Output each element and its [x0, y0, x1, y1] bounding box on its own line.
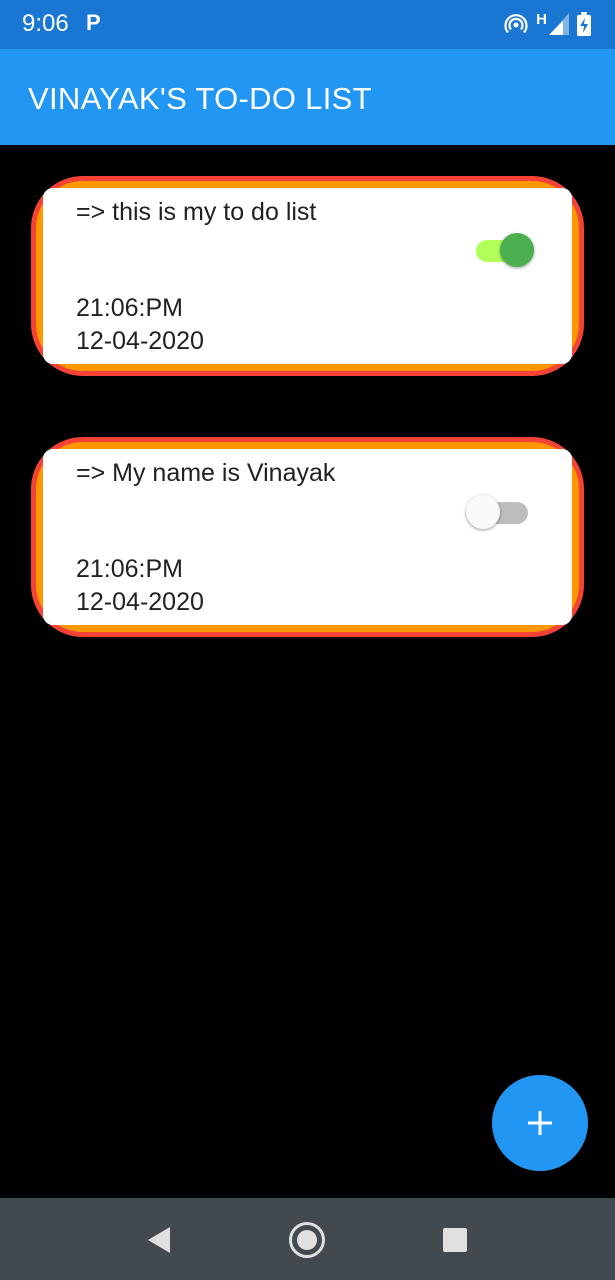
recents-icon — [443, 1228, 467, 1252]
signal-icon — [549, 13, 569, 35]
todo-text: => My name is Vinayak — [76, 459, 336, 487]
screen: 9:06 P H VINAYAK'S TO-DO LIST => this is… — [0, 0, 615, 1280]
todo-time: 21:06:PM — [76, 555, 184, 583]
todo-date: 12-04-2020 — [76, 327, 204, 355]
app-bar: VINAYAK'S TO-DO LIST — [0, 49, 615, 145]
todo-done-toggle[interactable] — [466, 494, 530, 530]
toggle-thumb — [466, 495, 500, 529]
add-todo-button[interactable] — [492, 1075, 588, 1171]
hotspot-icon — [504, 14, 528, 34]
todo-done-toggle[interactable] — [470, 232, 534, 268]
todo-card-body: => My name is Vinayak 21:06:PM 12-04-202… — [43, 449, 572, 625]
toggle-thumb — [500, 233, 534, 267]
back-icon — [148, 1227, 170, 1253]
plus-icon — [528, 1111, 552, 1135]
home-icon — [289, 1222, 325, 1258]
parking-app-icon: P — [86, 10, 101, 35]
navigation-bar — [0, 1198, 615, 1280]
home-button[interactable] — [287, 1220, 327, 1260]
back-button[interactable] — [138, 1220, 178, 1260]
status-icons: H — [504, 11, 591, 37]
app-title: VINAYAK'S TO-DO LIST — [28, 81, 372, 116]
status-bar: 9:06 P H — [0, 0, 615, 49]
todo-text: => this is my to do list — [76, 198, 317, 226]
recents-button[interactable] — [435, 1220, 475, 1260]
todo-date: 12-04-2020 — [76, 588, 204, 616]
status-time: 9:06 — [22, 10, 69, 37]
todo-time: 21:06:PM — [76, 294, 184, 322]
todo-card[interactable]: => My name is Vinayak 21:06:PM 12-04-202… — [31, 437, 584, 637]
todo-card-body: => this is my to do list 21:06:PM 12-04-… — [43, 188, 572, 364]
network-type-label: H — [536, 10, 547, 28]
battery-charging-icon — [577, 12, 591, 36]
todo-card[interactable]: => this is my to do list 21:06:PM 12-04-… — [31, 176, 584, 376]
